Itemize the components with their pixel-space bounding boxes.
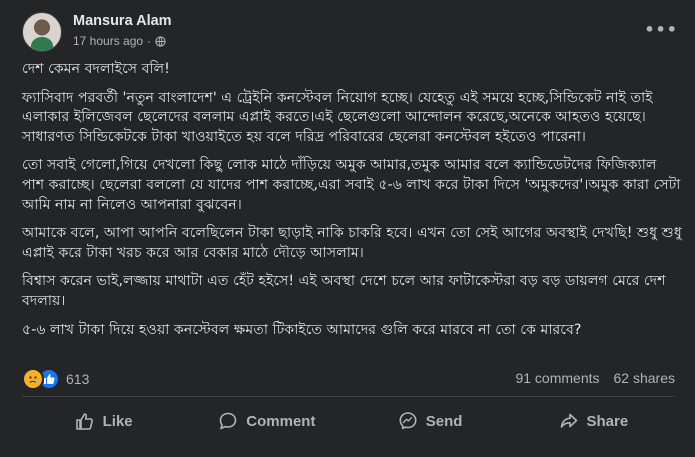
divider (22, 396, 675, 397)
author-name[interactable]: Mansura Alam (73, 13, 172, 29)
post-text: দেশ কেমন বদলাইসে বলি! ফ্যাসিবাদ পরবর্তী … (22, 60, 682, 349)
meta-separator: · (147, 34, 152, 48)
post-meta: 17 hours ago · (73, 34, 166, 48)
post-card: Mansura Alam 17 hours ago · ••• দেশ কেমন… (0, 0, 695, 457)
post-paragraph: ফ্যাসিবাদ পরবর্তী 'নতুন বাংলাদেশ' এ ট্রে… (22, 89, 653, 145)
post-time[interactable]: 17 hours ago (73, 34, 143, 48)
comment-icon (219, 412, 237, 430)
comment-count[interactable]: 91 comments (515, 370, 599, 386)
post-header: Mansura Alam 17 hours ago · ••• (22, 10, 682, 54)
share-button[interactable]: Share (512, 401, 675, 441)
avatar[interactable] (22, 12, 62, 52)
globe-icon[interactable] (155, 35, 166, 47)
share-label: Share (586, 412, 629, 430)
messenger-icon (399, 412, 417, 430)
post-paragraph: তো সবাই গেলো,গিয়ে দেখলো কিছু লোক মাঠে দ… (22, 157, 681, 213)
reactions-summary[interactable]: 613 (22, 368, 89, 390)
post-paragraph: বিশ্বাস করেন ভাই,লজ্জায় মাথাটা এত হেঁট … (22, 273, 666, 309)
like-label: Like (102, 412, 133, 430)
post-stats: 613 91 comments 62 shares (22, 366, 675, 392)
comment-label: Comment (246, 412, 316, 430)
sad-reaction-icon (22, 368, 44, 390)
post-paragraph: দেশ কেমন বদলাইসে বলি! (22, 61, 170, 77)
send-label: Send (425, 412, 463, 430)
engagement-counts: 91 comments 62 shares (515, 370, 675, 386)
thumbs-up-icon (75, 413, 93, 430)
like-button[interactable]: Like (22, 401, 185, 441)
comment-button[interactable]: Comment (185, 401, 348, 441)
share-icon (560, 413, 577, 428)
post-paragraph: ৫-৬ লাখ টাকা দিয়ে হওয়া কনস্টেবল ক্ষমতা… (22, 321, 582, 338)
post-paragraph: আমাকে বলে, আপা আপনি বলেছিলেন টাকা ছাড়াই… (22, 225, 682, 261)
more-options-icon[interactable]: ••• (644, 20, 678, 39)
share-count[interactable]: 62 shares (614, 370, 675, 386)
reaction-count: 613 (66, 371, 90, 387)
send-button[interactable]: Send (349, 401, 512, 441)
post-actions: Like Comment Send Share (22, 401, 675, 441)
